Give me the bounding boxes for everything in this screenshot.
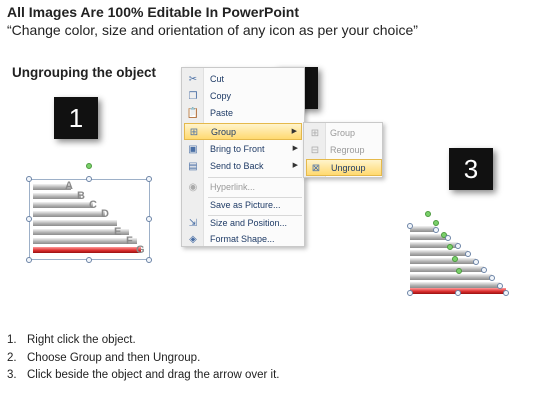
group-icon: ⊞: [310, 128, 320, 139]
menu-separator: [208, 177, 302, 178]
resize-handle[interactable]: [481, 267, 487, 273]
rotation-handle[interactable]: [452, 256, 458, 262]
stair-letter: C: [89, 199, 97, 211]
resize-handle[interactable]: [146, 257, 152, 263]
bring-to-front-icon: ▣: [188, 144, 198, 155]
header-subtitle: “Change color, size and orientation of a…: [7, 22, 418, 38]
stair-bar: [33, 193, 81, 199]
resize-handle[interactable]: [86, 257, 92, 263]
rotation-handle[interactable]: [433, 220, 439, 226]
menu-item-send-to-back[interactable]: ▤ Send to Back ▶: [184, 158, 302, 175]
step-badge-1: 1: [54, 97, 98, 139]
ungrouped-bar: [410, 250, 468, 256]
stair-bar: [33, 220, 117, 226]
stair-letter: A: [65, 180, 73, 192]
rotation-handle[interactable]: [425, 211, 431, 217]
size-position-icon: ⇲: [188, 218, 198, 229]
hyperlink-icon: ◉: [188, 182, 198, 193]
step-badge-3: 3: [449, 148, 493, 190]
section-title: Ungrouping the object: [12, 65, 156, 80]
resize-handle[interactable]: [146, 216, 152, 222]
stair-bar: [33, 211, 105, 217]
menu-item-save-as-picture[interactable]: Save as Picture...: [184, 197, 302, 214]
instruction-item: 2. Choose Group and then Ungroup.: [7, 351, 201, 364]
menu-item-bring-to-front[interactable]: ▣ Bring to Front ▶: [184, 141, 302, 158]
format-shape-icon: ◈: [189, 234, 197, 245]
instruction-item: 3. Click beside the object and drag the a…: [7, 369, 280, 381]
resize-handle[interactable]: [473, 259, 479, 265]
stair-letter: G: [136, 244, 145, 256]
group-submenu: ⊞ Group ⊟ Regroup ⊠ Ungroup: [303, 122, 383, 178]
menu-item-group[interactable]: ⊞ Group ▶: [184, 123, 302, 140]
ungrouped-bar: [410, 266, 484, 272]
menu-item-hyperlink: ◉ Hyperlink...: [184, 179, 302, 196]
resize-handle[interactable]: [497, 283, 503, 289]
instruction-item: 1. Right click the object.: [7, 334, 136, 346]
resize-handle[interactable]: [26, 216, 32, 222]
resize-handle[interactable]: [86, 176, 92, 182]
stair-bar: [33, 238, 137, 244]
stair-letter: D: [101, 208, 109, 220]
resize-handle[interactable]: [433, 227, 439, 233]
paste-icon: 📋: [186, 108, 200, 119]
ungroup-icon: ⊠: [311, 163, 321, 174]
submenu-arrow-icon: ▶: [292, 145, 298, 152]
resize-handle[interactable]: [407, 223, 413, 229]
menu-item-cut[interactable]: ✂ Cut: [184, 71, 302, 88]
rotation-handle[interactable]: [86, 163, 92, 169]
rotation-handle[interactable]: [447, 244, 453, 250]
resize-handle[interactable]: [489, 275, 495, 281]
ungrouped-bar: [410, 258, 476, 264]
submenu-arrow-icon: ▶: [291, 128, 297, 135]
menu-item-copy[interactable]: ❐ Copy: [184, 88, 302, 105]
resize-handle[interactable]: [26, 257, 32, 263]
stair-bar: [33, 202, 93, 208]
instruction-list: 1. Right click the object. 2. Choose Group…: [7, 332, 280, 385]
resize-handle[interactable]: [455, 290, 461, 296]
scissors-icon: ✂: [188, 74, 198, 85]
send-to-back-icon: ▤: [188, 161, 198, 172]
context-menu: ✂ Cut ❐ Copy 📋 Paste ⊞ Group ▶ ▣ Bring t…: [181, 67, 305, 247]
stair-bar-highlight: [33, 247, 141, 253]
resize-handle[interactable]: [146, 176, 152, 182]
rotation-handle[interactable]: [456, 268, 462, 274]
resize-handle[interactable]: [455, 243, 461, 249]
resize-handle[interactable]: [503, 290, 509, 296]
resize-handle[interactable]: [407, 290, 413, 296]
menu-item-format-shape[interactable]: ◈ Format Shape...: [184, 231, 302, 248]
resize-handle[interactable]: [465, 251, 471, 257]
resize-handle[interactable]: [445, 235, 451, 241]
submenu-item-ungroup[interactable]: ⊠ Ungroup: [306, 159, 382, 176]
header-title: All Images Are 100% Editable In PowerPoi…: [7, 4, 300, 20]
copy-icon: ❐: [188, 91, 198, 102]
regroup-icon: ⊟: [310, 145, 320, 156]
menu-item-paste[interactable]: 📋 Paste: [184, 105, 302, 122]
stair-letter: E: [114, 226, 122, 238]
stair-letter: F: [126, 235, 133, 247]
group-icon: ⊞: [189, 127, 199, 138]
submenu-item-group: ⊞ Group: [306, 125, 382, 142]
submenu-arrow-icon: ▶: [292, 162, 298, 169]
resize-handle[interactable]: [26, 176, 32, 182]
menu-item-size-and-position[interactable]: ⇲ Size and Position...: [184, 215, 302, 232]
ungrouped-bar: [410, 274, 492, 280]
stair-letter: B: [77, 190, 85, 202]
submenu-item-regroup: ⊟ Regroup: [306, 142, 382, 159]
